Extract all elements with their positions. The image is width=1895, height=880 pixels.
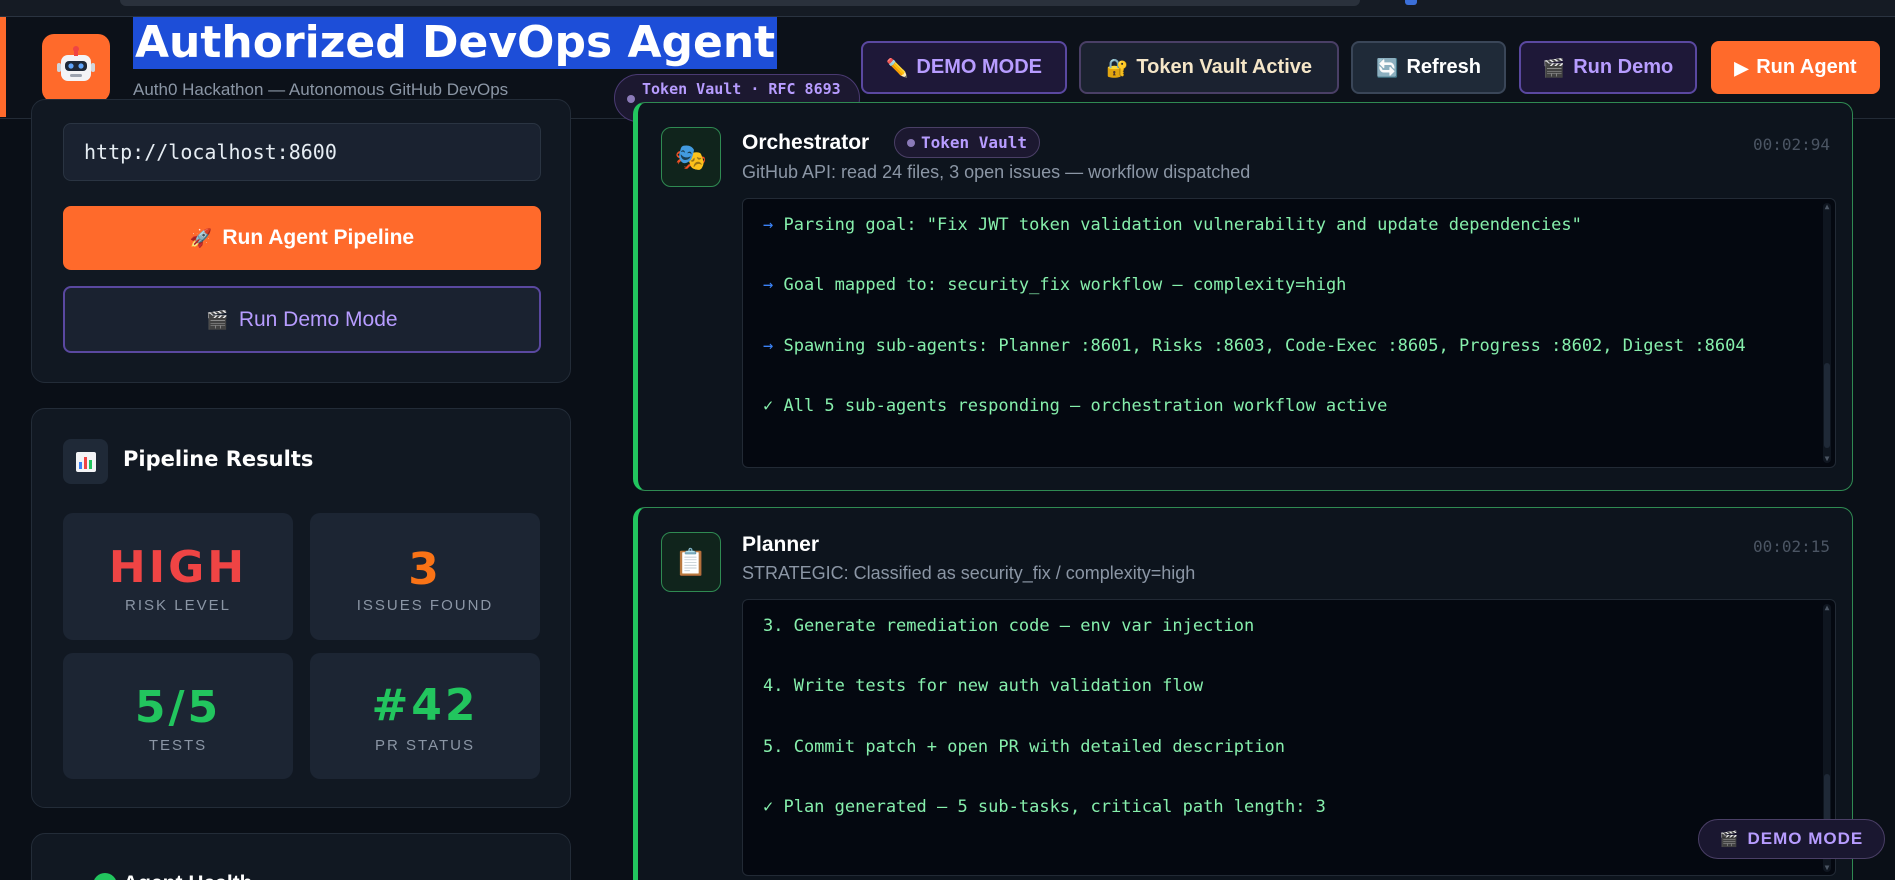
arrow-icon: → — [763, 336, 774, 356]
log-line-text: Spawning sub-agents: Planner :8601, Risk… — [783, 336, 1746, 356]
token-vault-chip-label: Token Vault · RFC 8693 — [642, 80, 841, 98]
log-line-text: 4. Write tests for new auth validation f… — [763, 676, 1204, 696]
rocket-icon: 🚀 — [189, 228, 213, 248]
token-vault-tag-label: Token Vault — [921, 133, 1027, 152]
pencil-icon: ✏️ — [886, 57, 909, 78]
agent-timestamp: 00:02:94 — [1752, 135, 1830, 154]
log-line-text: 3. Generate remediation code — env var i… — [763, 616, 1255, 636]
demo-mode-badge[interactable]: 🎬 DEMO MODE — [1698, 819, 1885, 859]
log-line-text: ✓ Plan generated — 5 sub-tasks, critical… — [763, 797, 1326, 817]
header-accent-bar — [0, 17, 6, 117]
risk-level-label: RISK LEVEL — [125, 597, 231, 614]
demo-mode-label: DEMO MODE — [916, 56, 1042, 78]
agent-name: Orchestrator — [742, 131, 870, 154]
tests-value: 5/5 — [134, 682, 222, 733]
sidebar: 🚀 Run Agent Pipeline 🎬 Run Demo Mode Pip… — [0, 99, 600, 880]
refresh-label: Refresh — [1406, 56, 1481, 78]
log-line: → Goal mapped to: security_fix workflow … — [763, 275, 1346, 295]
run-demo-button[interactable]: 🎬 Run Demo — [1519, 41, 1697, 94]
log-line: ✓ Plan generated — 5 sub-tasks, critical… — [763, 797, 1326, 817]
page-title: Authorized DevOps Agent — [133, 17, 778, 69]
browser-address-bar[interactable] — [120, 0, 1360, 6]
arrow-icon: → — [763, 215, 774, 235]
run-agent-pipeline-label: Run Agent Pipeline — [222, 226, 415, 249]
agent-timestamp: 00:02:15 — [1752, 537, 1830, 556]
agent-health-title: Agent Health — [123, 872, 403, 880]
issues-found-value: 3 — [408, 544, 442, 595]
agent-log[interactable]: → Parsing goal: "Fix JWT token validatio… — [742, 198, 1836, 468]
log-line: 4. Write tests for new auth validation f… — [763, 676, 1203, 696]
agent-description: GitHub API: read 24 files, 3 open issues… — [742, 162, 1251, 182]
log-line: 5. Commit patch + open PR with detailed … — [763, 737, 1285, 757]
token-vault-tag: Token Vault — [894, 127, 1040, 158]
run-demo-label: Run Demo — [1573, 56, 1674, 78]
tests-stat: 5/5 TESTS — [63, 653, 293, 779]
pr-status-value: #42 — [371, 680, 479, 731]
risk-level-value: HIGH — [108, 542, 248, 593]
log-line: → Spawning sub-agents: Planner :8601, Ri… — [763, 336, 1746, 356]
log-line-text: ✓ All 5 sub-agents responding — orchestr… — [763, 396, 1388, 416]
orchestrator-agent-card: 🎭 Orchestrator Token Vault 00:02:94 GitH… — [633, 102, 1853, 491]
risk-level-stat: HIGH RISK LEVEL — [63, 513, 293, 640]
run-agent-label: Run Agent — [1756, 56, 1857, 78]
scroll-up-icon[interactable]: ▲ — [1823, 203, 1831, 211]
robot-logo-icon — [42, 34, 110, 102]
agent-description: STRATEGIC: Classified as security_fix / … — [742, 563, 1196, 583]
lock-key-icon: 🔐 — [1105, 57, 1129, 78]
clapperboard-icon: 🎬 — [206, 309, 229, 330]
log-line: ✓ All 5 sub-agents responding — orchestr… — [763, 396, 1387, 416]
run-agent-pipeline-button[interactable]: 🚀 Run Agent Pipeline — [63, 206, 541, 270]
run-demo-mode-label: Run Demo Mode — [238, 307, 398, 331]
token-vault-button[interactable]: 🔐 Token Vault Active — [1079, 41, 1339, 94]
arrow-icon: → — [763, 275, 774, 295]
pipeline-results-title: Pipeline Results — [123, 447, 314, 471]
log-line-text: Parsing goal: "Fix JWT token validation … — [783, 215, 1582, 235]
log-line-text: 5. Commit patch + open PR with detailed … — [763, 737, 1285, 757]
refresh-button[interactable]: 🔄 Refresh — [1351, 41, 1506, 94]
pr-status-label: PR STATUS — [375, 737, 475, 754]
endpoint-url-input[interactable] — [63, 123, 541, 181]
status-dot-icon — [907, 138, 915, 147]
scroll-thumb[interactable] — [1824, 363, 1830, 448]
play-icon: ▶ — [1734, 57, 1749, 78]
run-agent-button[interactable]: ▶ Run Agent — [1711, 41, 1880, 94]
clapperboard-icon: 🎬 — [1542, 57, 1566, 78]
refresh-icon: 🔄 — [1376, 57, 1399, 78]
token-vault-label: Token Vault Active — [1136, 56, 1313, 78]
theater-masks-icon: 🎭 — [661, 127, 721, 187]
log-line-text: Goal mapped to: security_fix workflow — … — [783, 275, 1347, 295]
clipboard-icon: 📋 — [661, 532, 721, 592]
pr-status-stat: #42 PR STATUS — [310, 653, 540, 779]
clapperboard-icon: 🎬 — [1719, 830, 1740, 848]
heart-icon — [92, 872, 118, 880]
scroll-down-icon[interactable]: ▼ — [1823, 455, 1831, 463]
browser-strip — [0, 0, 1895, 17]
log-scrollbar[interactable]: ▲ ▼ — [1823, 203, 1831, 463]
demo-mode-badge-label: DEMO MODE — [1747, 829, 1864, 848]
log-line: → Parsing goal: "Fix JWT token validatio… — [763, 215, 1582, 235]
agent-name: Planner — [742, 533, 820, 556]
agent-health-card: Agent Health — [31, 833, 571, 880]
tests-label: TESTS — [148, 737, 208, 754]
status-dot-icon — [627, 95, 635, 103]
scroll-up-icon[interactable]: ▲ — [1823, 604, 1831, 612]
browser-indicator — [1405, 0, 1417, 5]
planner-agent-card: 📋 Planner 00:02:15 STRATEGIC: Classified… — [633, 507, 1853, 880]
issues-found-stat: 3 ISSUES FOUND — [310, 513, 540, 640]
demo-mode-button[interactable]: ✏️ DEMO MODE — [861, 41, 1067, 94]
pipeline-results-card: Pipeline Results HIGH RISK LEVEL 3 ISSUE… — [31, 408, 571, 808]
agent-log[interactable]: 3. Generate remediation code — env var i… — [742, 599, 1836, 876]
run-demo-mode-button[interactable]: 🎬 Run Demo Mode — [63, 286, 541, 353]
pipeline-control-card: 🚀 Run Agent Pipeline 🎬 Run Demo Mode — [31, 99, 571, 383]
bar-chart-icon — [63, 439, 108, 484]
log-line: 3. Generate remediation code — env var i… — [763, 616, 1254, 636]
scroll-down-icon[interactable]: ▼ — [1823, 864, 1831, 872]
issues-found-label: ISSUES FOUND — [356, 597, 494, 614]
